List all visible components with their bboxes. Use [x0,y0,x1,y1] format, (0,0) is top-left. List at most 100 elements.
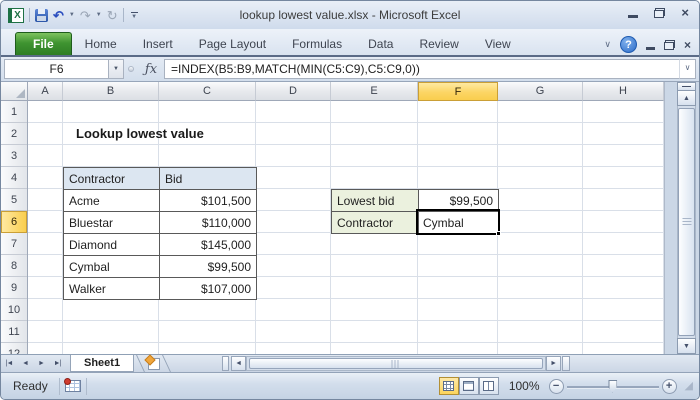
last-sheet-icon[interactable]: ►| [49,355,65,372]
row-header-12[interactable]: 12 [1,343,27,354]
column-header-f-selected[interactable]: F [418,82,498,101]
page-break-view-icon [483,381,495,391]
expand-formula-bar-icon[interactable]: ∨ [679,59,696,79]
row-header-7[interactable]: 7 [1,233,27,255]
scroll-up-icon[interactable]: ▲ [677,91,696,106]
row-header-1[interactable]: 1 [1,101,27,123]
close-window-icon[interactable]: × [681,6,689,19]
scroll-right-icon[interactable]: ► [546,356,562,371]
excel-app-icon[interactable]: X [8,7,24,23]
cell-c9[interactable]: $107,000 [160,278,257,300]
zoom-out-button[interactable]: − [548,378,564,394]
vertical-split-handle[interactable] [677,82,696,91]
cell-c6[interactable]: $110,000 [160,212,257,234]
vertical-scrollbar-track[interactable] [677,106,696,338]
tab-divider [136,355,146,372]
row-header-4[interactable]: 4 [1,167,27,189]
zoom-slider[interactable] [566,379,659,394]
record-macro-icon[interactable] [63,378,81,392]
repeat-icon: ↻ [106,7,118,23]
resize-grip-icon[interactable]: ◢ [685,381,693,392]
row-header-3[interactable]: 3 [1,145,27,167]
cell-e6[interactable]: Contractor [332,212,419,234]
cell-c8[interactable]: $99,500 [160,256,257,278]
tab-scrollbar-split-handle[interactable] [222,356,230,371]
expand-ribbon-icon[interactable]: ∨ [604,39,611,50]
tab-page-layout[interactable]: Page Layout [186,32,279,55]
close-workbook-icon[interactable]: × [684,38,691,52]
title-bar: X ↶ ▼ ↷ ▼ ↻ ▼ lookup lowest value.xlsx - M… [1,1,699,29]
tab-file[interactable]: File [15,32,72,55]
row-header-8[interactable]: 8 [1,255,27,277]
vertical-scrollbar-area: ▲ ▼ [664,82,699,354]
next-sheet-icon[interactable]: ► [33,355,49,372]
bid-table-header-bid[interactable]: Bid [160,168,257,190]
horizontal-split-handle[interactable] [562,356,571,371]
column-header-d[interactable]: D [256,82,331,101]
column-header-b[interactable]: B [63,82,159,101]
horizontal-scrollbar-track[interactable] [246,356,547,371]
horizontal-scrollbar-thumb[interactable] [249,358,544,369]
redo-icon: ↷ [79,7,91,23]
name-box[interactable]: F6 [4,59,108,79]
restore-window-icon[interactable] [654,8,666,18]
first-sheet-icon[interactable]: |◄ [1,355,17,372]
cell-c5[interactable]: $101,500 [160,190,257,212]
tab-formulas[interactable]: Formulas [279,32,355,55]
help-icon[interactable]: ? [619,36,637,53]
insert-worksheet-icon[interactable] [148,357,161,370]
bid-table-header-contractor[interactable]: Contractor [64,168,160,190]
cell-b8[interactable]: Cymbal [64,256,160,278]
scroll-left-icon[interactable]: ◄ [231,356,247,371]
undo-icon[interactable]: ↶ [53,9,64,22]
row-header-6-selected[interactable]: 6 [1,211,27,233]
page-break-view-button[interactable] [478,377,499,395]
column-header-h[interactable]: H [583,82,664,101]
save-icon[interactable] [35,8,48,22]
customize-qat-icon[interactable]: ▼ [129,11,138,20]
zoom-in-button[interactable]: + [661,378,677,394]
worksheet-grid: A B C D E F G H 1 2 3 4 5 6 7 8 9 10 11 … [1,82,699,354]
zoom-slider-thumb[interactable] [608,379,618,393]
insert-function-icon[interactable]: ƒx [138,59,164,79]
normal-view-button[interactable] [438,377,459,395]
worksheet-title-text: Lookup lowest value [76,126,204,141]
formula-input[interactable]: =INDEX(B5:B9,MATCH(MIN(C5:C9),C5:C9,0)) [164,59,679,79]
cell-b5[interactable]: Acme [64,190,160,212]
name-box-dropdown-icon[interactable]: ▼ [108,59,124,79]
restore-workbook-icon[interactable] [663,39,675,50]
row-header-9[interactable]: 9 [1,277,27,299]
cell-b9[interactable]: Walker [64,278,160,300]
cell-f6-active[interactable]: Cymbal [419,212,499,234]
select-all-button[interactable] [1,82,28,101]
tab-view[interactable]: View [472,32,524,55]
cell-c7[interactable]: $145,000 [160,234,257,256]
tab-data[interactable]: Data [355,32,406,55]
column-header-c[interactable]: C [159,82,256,101]
row-header-10[interactable]: 10 [1,299,27,321]
row-header-5[interactable]: 5 [1,189,27,211]
tab-review[interactable]: Review [406,32,471,55]
row-header-2[interactable]: 2 [1,123,27,145]
row-header-11[interactable]: 11 [1,321,27,343]
column-header-e[interactable]: E [331,82,418,101]
minimize-window-icon[interactable] [628,15,639,18]
tab-insert[interactable]: Insert [130,32,186,55]
undo-dropdown-icon[interactable]: ▼ [69,12,75,18]
scroll-down-icon[interactable]: ▼ [677,338,696,354]
minimize-workbook-icon[interactable] [645,47,655,50]
cell-b7[interactable]: Diamond [64,234,160,256]
cell-b6[interactable]: Bluestar [64,212,160,234]
cell-f5[interactable]: $99,500 [419,190,499,212]
separator [29,8,30,22]
page-layout-view-button[interactable] [458,377,479,395]
previous-sheet-icon[interactable]: ◄ [17,355,33,372]
column-header-a[interactable]: A [28,82,63,101]
cell-e5[interactable]: Lowest bid [332,190,419,212]
column-header-g[interactable]: G [498,82,583,101]
status-mode: Ready [13,379,48,393]
zoom-level[interactable]: 100% [509,379,540,393]
sheet-tab-sheet1[interactable]: Sheet1 [70,355,135,372]
tab-home[interactable]: Home [72,32,130,55]
vertical-scrollbar-thumb[interactable] [678,108,695,336]
